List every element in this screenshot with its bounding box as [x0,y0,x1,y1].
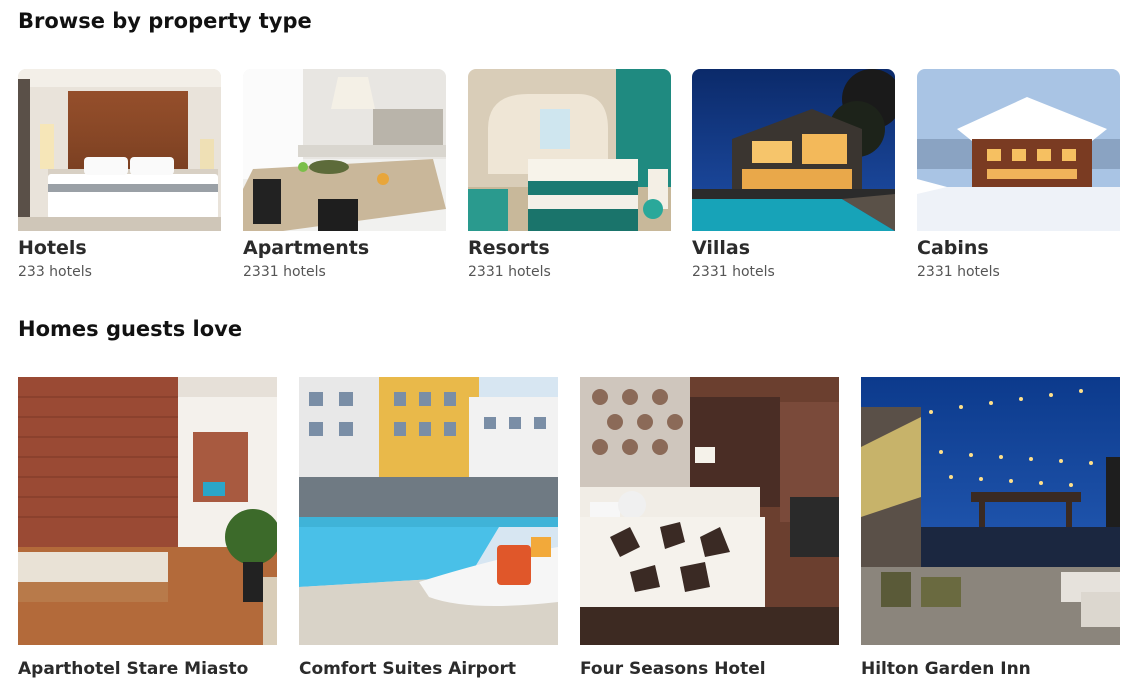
home-name: Four Seasons Hotel [580,659,766,679]
hotel-bedroom-photo [18,69,221,231]
property-type-count: 2331 hotels [692,264,775,280]
property-type-name: Cabins [917,237,989,259]
property-card-villas[interactable]: Villas 2331 hotels [692,69,895,280]
apartment-kitchen-photo [243,69,446,231]
patterned-bedroom-photo [580,377,839,645]
property-card-cabins[interactable]: Cabins 2331 hotels [917,69,1120,280]
brick-loft-bedroom-photo [18,377,277,645]
home-card-four-seasons-hotel[interactable]: Four Seasons Hotel [580,377,839,679]
home-name: Hilton Garden Inn [861,659,1031,679]
property-card-apartments[interactable]: Apartments 2331 hotels [243,69,446,280]
hotel-pool-photo [299,377,558,645]
property-type-name: Hotels [18,237,87,259]
home-card-comfort-suites-airport[interactable]: Comfort Suites Airport [299,377,558,679]
home-name: Aparthotel Stare Miasto [18,659,249,679]
browse-section-title: Browse by property type [18,9,312,33]
snowy-cabin-photo [917,69,1120,231]
home-card-hilton-garden-inn[interactable]: Hilton Garden Inn [861,377,1120,679]
property-type-count: 2331 hotels [917,264,1000,280]
property-card-hotels[interactable]: Hotels 233 hotels [18,69,221,280]
property-type-name: Resorts [468,237,550,259]
resort-room-photo [468,69,671,231]
home-name: Comfort Suites Airport [299,659,516,679]
rooftop-terrace-photo [861,377,1120,645]
property-type-count: 2331 hotels [243,264,326,280]
homes-section-title: Homes guests love [18,317,243,341]
home-card-aparthotel-stare-miasto[interactable]: Aparthotel Stare Miasto [18,377,277,679]
property-type-count: 233 hotels [18,264,92,280]
property-card-resorts[interactable]: Resorts 2331 hotels [468,69,671,280]
villa-pool-photo [692,69,895,231]
property-type-name: Apartments [243,237,370,259]
property-type-name: Villas [692,237,751,259]
property-type-count: 2331 hotels [468,264,551,280]
